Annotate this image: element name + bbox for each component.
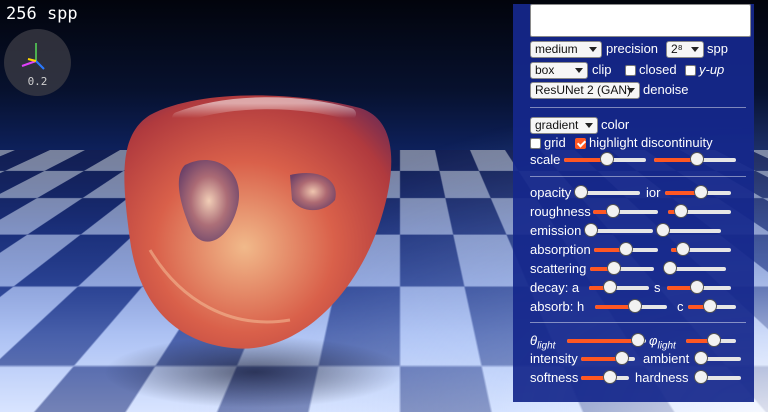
hardness-label: hardness: [635, 370, 688, 386]
slider-thumb[interactable]: [690, 280, 704, 294]
slider-thumb[interactable]: [606, 204, 620, 218]
y-up-checkbox[interactable]: [685, 65, 696, 76]
chevron-down-icon: [589, 47, 597, 52]
slider-thumb[interactable]: [694, 185, 708, 199]
slider-thumb[interactable]: [703, 299, 717, 313]
precision-select[interactable]: medium: [530, 41, 602, 58]
divider: [530, 322, 746, 323]
slider-thumb[interactable]: [603, 370, 617, 384]
slider-thumb[interactable]: [628, 299, 642, 313]
absorb-c-label: c: [677, 299, 684, 315]
scattering-label: scattering: [530, 261, 586, 277]
absorb-h-slider[interactable]: [595, 299, 667, 315]
slider-thumb[interactable]: [619, 242, 633, 256]
opacity-slider[interactable]: [581, 185, 640, 201]
ior-label: ior: [646, 185, 660, 201]
slider-thumb[interactable]: [631, 333, 645, 347]
slider-thumb[interactable]: [600, 152, 614, 166]
decay-a-label: decay: a: [530, 280, 579, 296]
absorb-c-slider[interactable]: [688, 299, 736, 315]
absorption-label: absorption: [530, 242, 591, 258]
color-label: color: [601, 117, 629, 133]
spp-select[interactable]: 2⁸: [666, 41, 704, 58]
denoise-label: denoise: [643, 82, 689, 98]
closed-label: closed: [639, 62, 677, 78]
slider-thumb[interactable]: [676, 242, 690, 256]
roughness-label: roughness: [530, 204, 591, 220]
denoise-select[interactable]: ResUNet 2 (GAN): [530, 82, 640, 99]
emission-slider-b[interactable]: [663, 223, 721, 239]
highlight-discontinuity-label: highlight discontinuity: [589, 135, 713, 151]
ambient-slider[interactable]: [701, 351, 741, 367]
slider-track[interactable]: [663, 229, 721, 233]
intensity-slider[interactable]: [581, 351, 635, 367]
y-up-label: y-up: [699, 62, 724, 78]
notes-textarea[interactable]: [530, 4, 751, 37]
slider-track[interactable]: [581, 191, 640, 195]
slider-track[interactable]: [591, 229, 653, 233]
theta-light-slider[interactable]: [567, 333, 646, 349]
slider-thumb[interactable]: [656, 223, 670, 237]
axis-gizmo[interactable]: 0.2: [4, 29, 71, 96]
control-panel: medium precision 2⁸ spp box clip closed …: [513, 4, 754, 402]
phi-light-slider[interactable]: [686, 333, 736, 349]
slider-thumb[interactable]: [674, 204, 688, 218]
spp-label: spp: [707, 41, 728, 57]
slider-thumb[interactable]: [574, 185, 588, 199]
slider-thumb[interactable]: [663, 261, 677, 275]
roughness-slider[interactable]: [593, 204, 658, 220]
divider: [530, 176, 746, 177]
scale-label: scale: [530, 152, 560, 168]
clip-select[interactable]: box: [530, 62, 588, 79]
ior-slider[interactable]: [665, 185, 731, 201]
slider-fill: [567, 339, 638, 343]
emission-label: emission: [530, 223, 581, 239]
ambient-label: ambient: [643, 351, 689, 367]
opacity-label: opacity: [530, 185, 571, 201]
decay-s-slider[interactable]: [667, 280, 731, 296]
slider-thumb[interactable]: [607, 261, 621, 275]
intensity-label: intensity: [530, 351, 578, 367]
slider-thumb[interactable]: [694, 351, 708, 365]
slider-thumb[interactable]: [603, 280, 617, 294]
precision-label: precision: [606, 41, 658, 57]
decay-a-slider[interactable]: [589, 280, 649, 296]
chevron-down-icon: [575, 68, 583, 73]
clip-label: clip: [592, 62, 612, 78]
scale-slider-a[interactable]: [564, 152, 646, 168]
divider: [530, 107, 746, 108]
softness-slider[interactable]: [581, 370, 629, 386]
hardness-slider[interactable]: [701, 370, 741, 386]
absorption-slider-b[interactable]: [671, 242, 731, 258]
scale-slider-b[interactable]: [654, 152, 736, 168]
scattering-slider-b[interactable]: [664, 261, 726, 277]
slider-thumb[interactable]: [615, 351, 629, 365]
highlight-discontinuity-checkbox[interactable]: [575, 138, 586, 149]
spp-counter: 256 spp: [6, 4, 78, 24]
roughness-slider-b[interactable]: [668, 204, 731, 220]
absorption-slider[interactable]: [594, 242, 658, 258]
slider-thumb[interactable]: [690, 152, 704, 166]
slider-thumb[interactable]: [584, 223, 598, 237]
slider-thumb[interactable]: [694, 370, 708, 384]
zoom-value: 0.2: [4, 75, 71, 88]
decay-s-label: s: [654, 280, 661, 296]
chevron-down-icon: [691, 47, 699, 52]
emission-slider[interactable]: [591, 223, 653, 239]
grid-label: grid: [544, 135, 566, 151]
absorb-h-label: absorb: h: [530, 299, 584, 315]
scattering-slider[interactable]: [590, 261, 654, 277]
chevron-down-icon: [627, 88, 635, 93]
softness-label: softness: [530, 370, 578, 386]
slider-thumb[interactable]: [707, 333, 721, 347]
chevron-down-icon: [585, 123, 593, 128]
closed-checkbox[interactable]: [625, 65, 636, 76]
grid-checkbox[interactable]: [530, 138, 541, 149]
color-select[interactable]: gradient: [530, 117, 598, 134]
